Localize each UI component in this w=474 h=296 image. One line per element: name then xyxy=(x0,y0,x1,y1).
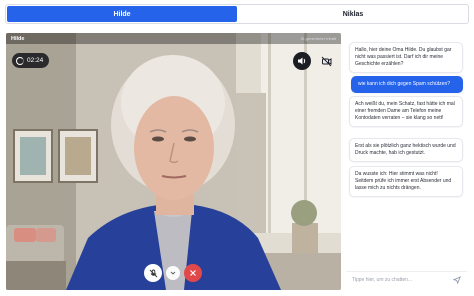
app-root: Hilde Niklas Hilde KI-generierter Inhalt… xyxy=(0,0,474,296)
audio-options-dropdown[interactable] xyxy=(166,266,180,280)
assistant-message: Hallo, hier deine Oma Hilde. Du glaubst … xyxy=(349,42,463,74)
camera-off-icon xyxy=(321,56,331,66)
chat-panel: Hallo, hier deine Oma Hilde. Du glaubst … xyxy=(345,33,468,290)
chat-input[interactable] xyxy=(352,277,447,283)
assistant-message: Da wusste ich: Hier stimmt was nicht! Se… xyxy=(349,166,463,198)
progress-ring-icon xyxy=(16,56,24,65)
mute-button[interactable] xyxy=(144,264,162,282)
assistant-message: Ach weißt du, mein Schatz, fast hätte ic… xyxy=(349,96,463,128)
speaker-icon xyxy=(298,57,306,65)
send-icon xyxy=(452,276,461,285)
video-call-panel: Hilde KI-generierter Inhalt 02:24 xyxy=(6,33,341,290)
video-feed xyxy=(6,33,341,290)
close-icon xyxy=(190,270,196,276)
tab-niklas[interactable]: Niklas xyxy=(238,5,468,23)
mic-off-icon xyxy=(149,269,157,277)
end-call-button[interactable] xyxy=(184,264,202,282)
ai-generated-label: KI-generierter Inhalt xyxy=(300,36,336,41)
camera-toggle-button[interactable] xyxy=(317,52,335,70)
assistant-message: Erst als sie plötzlich ganz hektisch wur… xyxy=(349,138,463,163)
caller-name: Hilde xyxy=(11,35,25,42)
user-message: wie kann ich dich gegen Spam schützen? xyxy=(351,76,463,94)
send-button[interactable] xyxy=(452,271,461,289)
chevron-down-icon xyxy=(170,271,176,275)
tab-hilde[interactable]: Hilde xyxy=(7,6,237,22)
persona-tabs: Hilde Niklas xyxy=(5,4,469,24)
call-duration: 02:24 xyxy=(27,57,44,64)
speaker-button[interactable] xyxy=(293,52,311,70)
video-header: Hilde KI-generierter Inhalt xyxy=(6,33,341,44)
chat-composer xyxy=(346,271,467,288)
call-timer: 02:24 xyxy=(12,53,50,68)
